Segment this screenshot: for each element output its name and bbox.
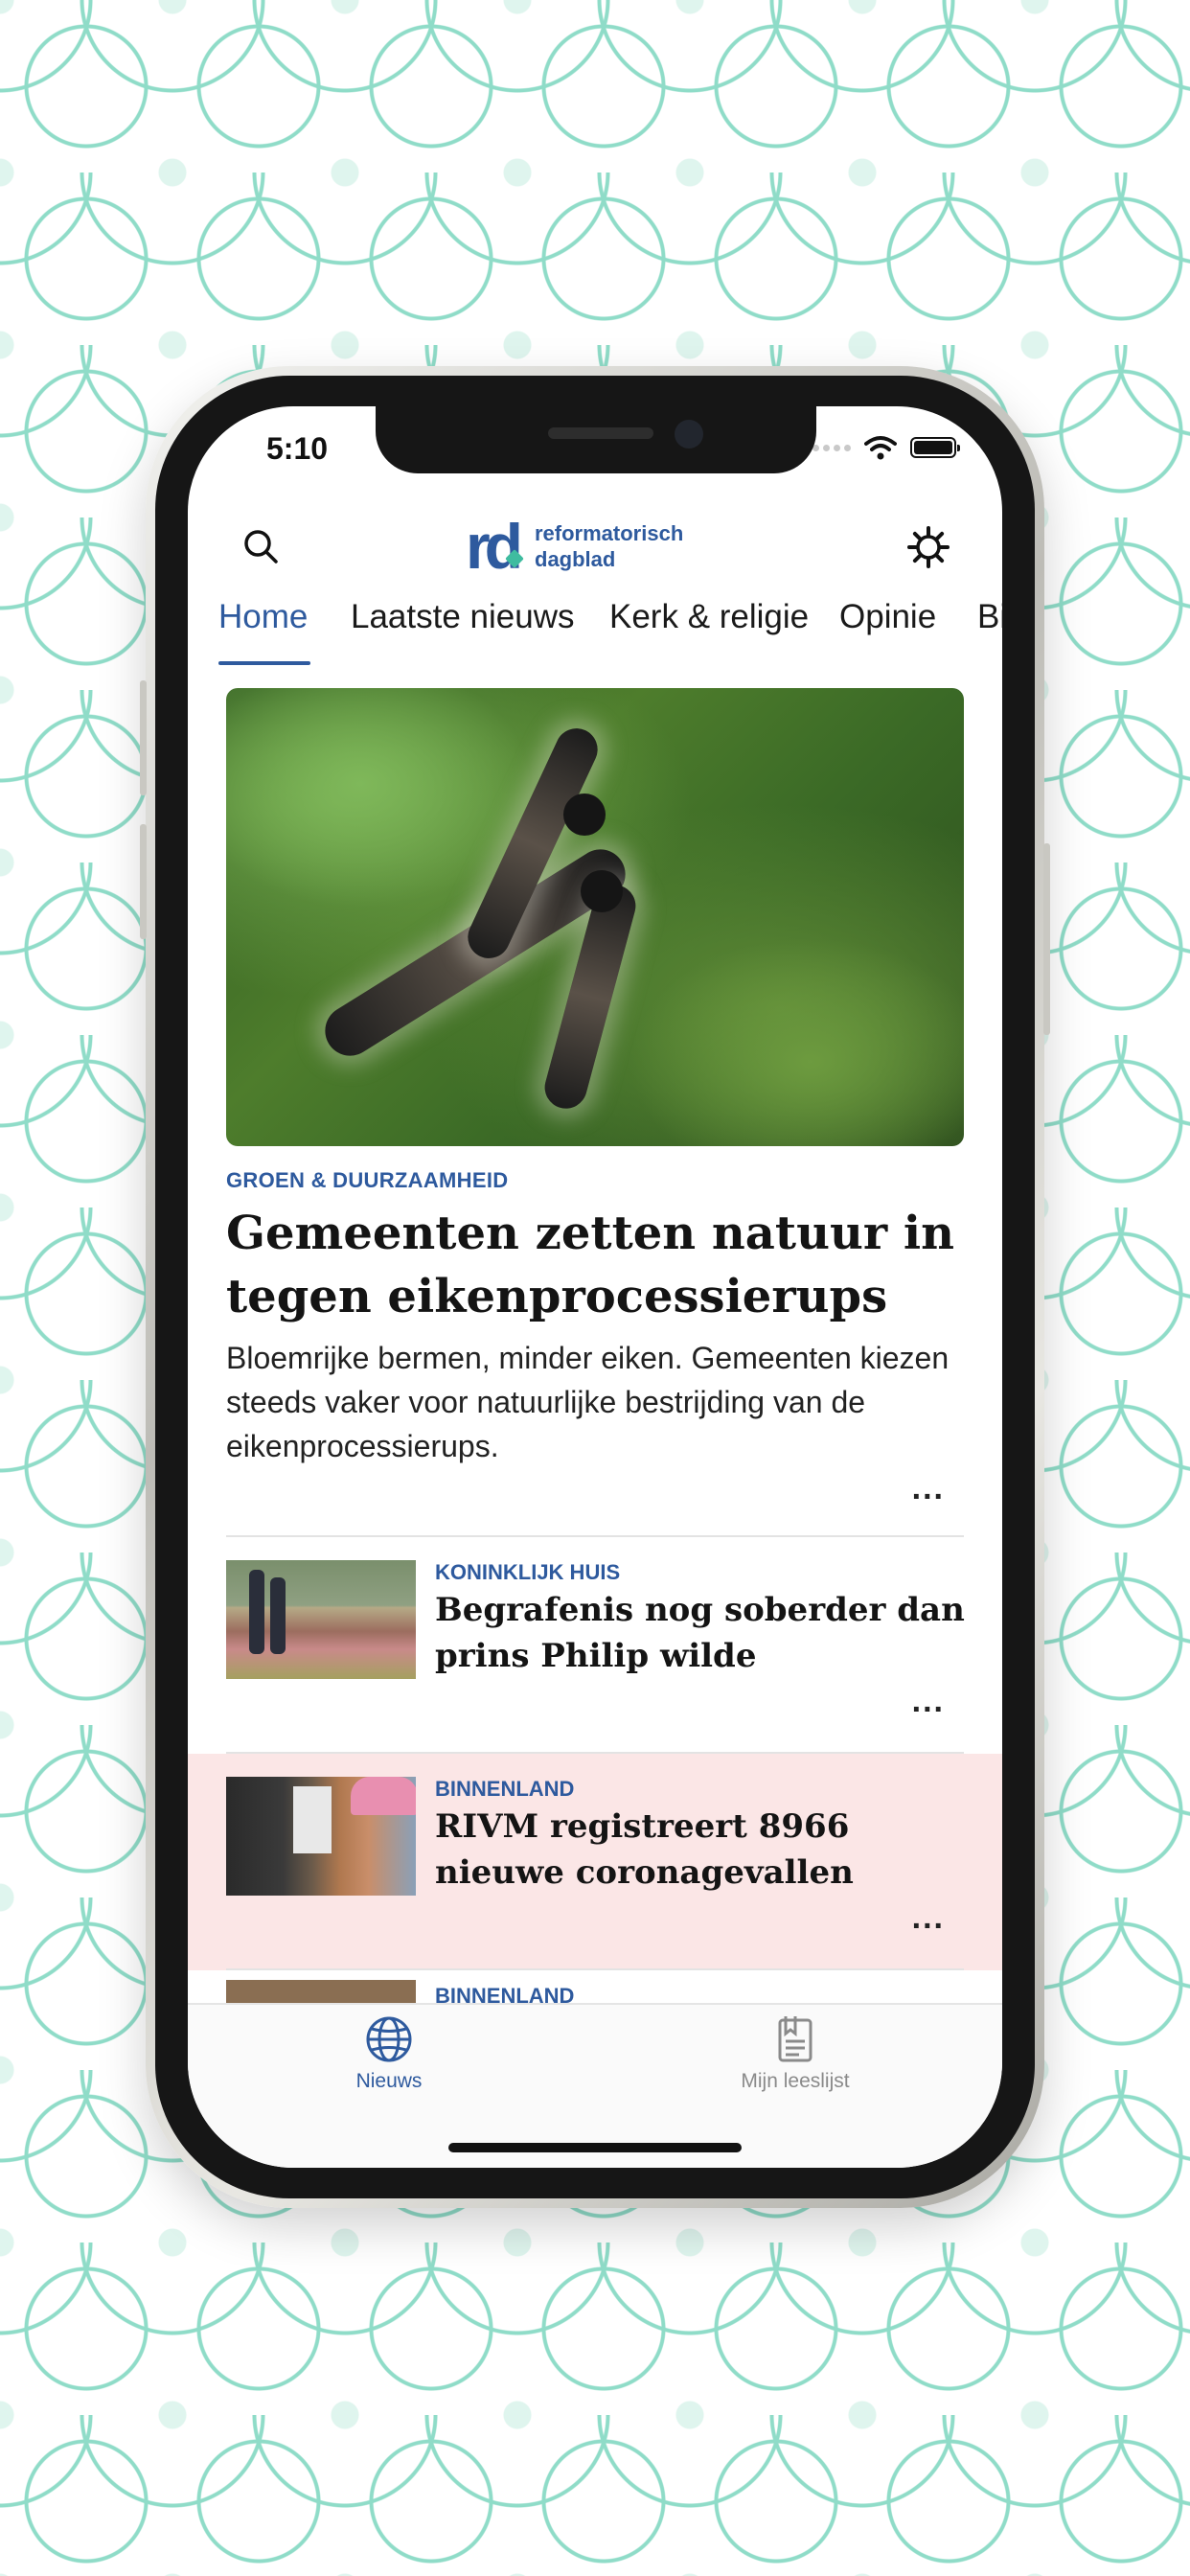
wifi-icon <box>864 436 897 460</box>
article-thumbnail <box>226 1777 416 1896</box>
tab-nieuws[interactable]: Nieuws <box>293 2014 485 2093</box>
hero-category[interactable]: GROEN & DUURZAAMHEID <box>226 1168 508 1193</box>
home-indicator[interactable] <box>448 2143 742 2152</box>
notch <box>376 406 816 473</box>
list-item[interactable]: KONINKLIJK HUIS Begrafenis nog soberder … <box>188 1537 1002 1754</box>
front-camera <box>675 420 703 448</box>
battery-icon <box>910 437 960 458</box>
phone-side-button <box>140 680 147 795</box>
article-category[interactable]: BINNENLAND <box>435 1777 574 1802</box>
article-title[interactable]: Begrafenis nog soberder dan prins Philip… <box>435 1587 972 1679</box>
tab-kerk-religie[interactable]: Kerk & religie <box>609 598 809 636</box>
tab-laatste-nieuws[interactable]: Laatste nieuws <box>351 598 574 636</box>
search-icon[interactable] <box>240 525 284 569</box>
article-more-button[interactable]: ... <box>912 1899 945 1937</box>
app-logo: rd reformatorisch dagblad <box>466 515 683 578</box>
category-tabs: Home Laatste nieuws Kerk & religie Opini… <box>188 598 1002 665</box>
hero-title[interactable]: Gemeenten zetten natuur in tegen eikenpr… <box>226 1202 973 1328</box>
logo-mark: rd <box>466 515 524 578</box>
globe-icon <box>366 2016 412 2062</box>
phone-side-button <box>1043 843 1050 1035</box>
signal-icon <box>812 444 851 451</box>
hero-image[interactable] <box>226 688 964 1146</box>
caterpillar-head <box>581 870 623 912</box>
hero-more-button[interactable]: ... <box>912 1470 945 1507</box>
gear-icon[interactable] <box>906 525 950 569</box>
article-more-button[interactable]: ... <box>912 1683 945 1720</box>
article-thumbnail <box>226 1560 416 1679</box>
list-item[interactable]: BINNENLAND <box>188 1970 1002 2003</box>
status-icons <box>812 435 960 460</box>
phone-side-button <box>140 824 147 939</box>
logo-line1: reformatorisch <box>535 521 684 545</box>
active-tab-indicator <box>218 661 310 665</box>
tab-bi[interactable]: Bi <box>977 598 1002 636</box>
logo-line2: dagblad <box>535 547 616 571</box>
caterpillar-head <box>563 794 606 836</box>
tab-mijn-leeslijst-label: Mijn leeslijst <box>741 2070 850 2092</box>
status-time: 5:10 <box>266 431 329 466</box>
tab-opinie[interactable]: Opinie <box>839 598 936 636</box>
article-thumbnail <box>226 1980 416 2003</box>
article-title[interactable]: RIVM registreert 8966 nieuwe coronageval… <box>435 1804 972 1896</box>
logo-wordmark: reformatorisch dagblad <box>535 520 683 572</box>
hero-summary: Bloemrijke bermen, minder eiken. Gemeent… <box>226 1341 950 1463</box>
article-category[interactable]: KONINKLIJK HUIS <box>435 1560 620 1585</box>
top-bar: rd reformatorisch dagblad <box>188 514 1002 581</box>
list-item[interactable]: BINNENLAND RIVM registreert 8966 nieuwe … <box>188 1754 1002 1970</box>
article-category[interactable]: BINNENLAND <box>435 1984 574 2003</box>
tab-mijn-leeslijst[interactable]: Mijn leeslijst <box>699 2014 891 2093</box>
app-screen: 5:10 rd reformatorisch dagblad Home Laat… <box>188 406 1002 2168</box>
tab-home[interactable]: Home <box>218 598 308 636</box>
speaker <box>548 427 653 439</box>
tab-nieuws-label: Nieuws <box>355 2070 423 2092</box>
reading-list-icon <box>778 2016 812 2062</box>
